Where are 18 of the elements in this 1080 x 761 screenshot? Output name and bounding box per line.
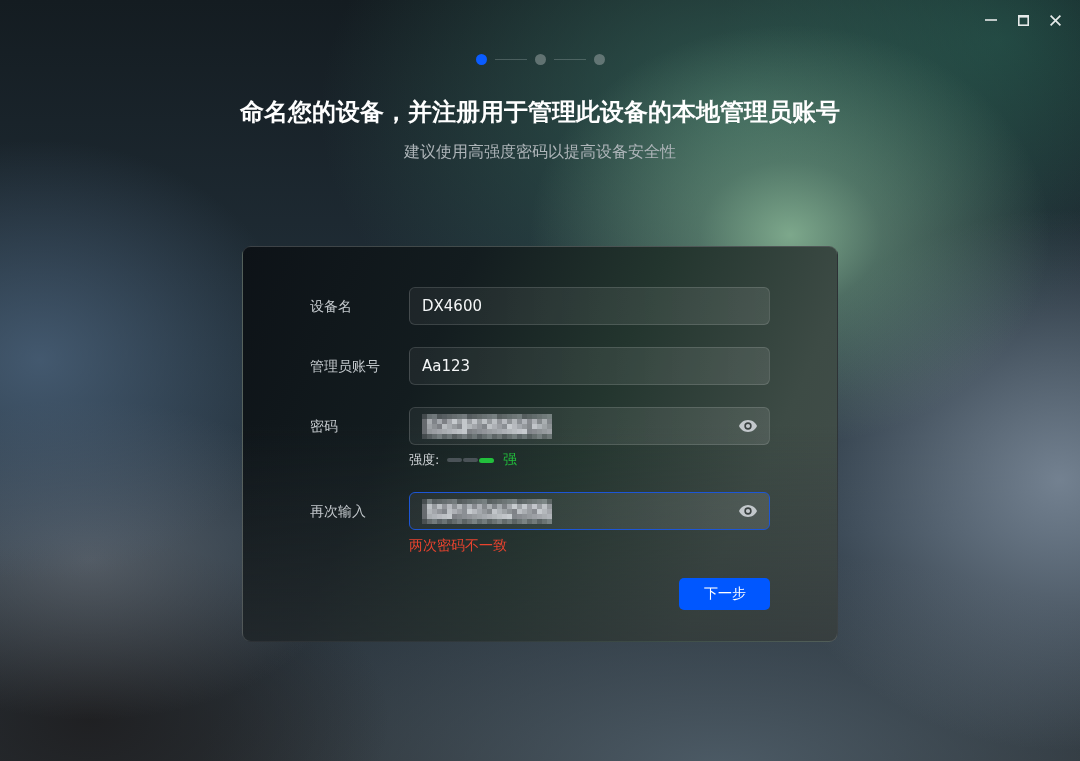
page-title: 命名您的设备，并注册用于管理此设备的本地管理员账号 [240,97,840,128]
text-field[interactable]: Aa123 [409,347,770,385]
minimize-icon [985,19,997,21]
eye-icon[interactable] [739,505,757,517]
eye-icon[interactable] [739,420,757,432]
text-field[interactable]: DX4600 [409,287,770,325]
strength-label: 强度: [409,451,440,469]
close-icon [1049,14,1061,26]
password-field[interactable] [409,492,770,530]
field-label: 设备名 [310,297,353,316]
strength-reading: 强 [503,451,518,469]
page-subtitle: 建议使用高强度密码以提高设备安全性 [404,141,676,163]
next-button[interactable]: 下一步 [679,578,770,610]
maximize-icon [1017,14,1029,26]
field-label: 密码 [310,417,339,436]
field-label: 管理员账号 [310,357,381,376]
field-label: 再次输入 [310,502,367,521]
error-message: 两次密码不一致 [409,536,507,555]
